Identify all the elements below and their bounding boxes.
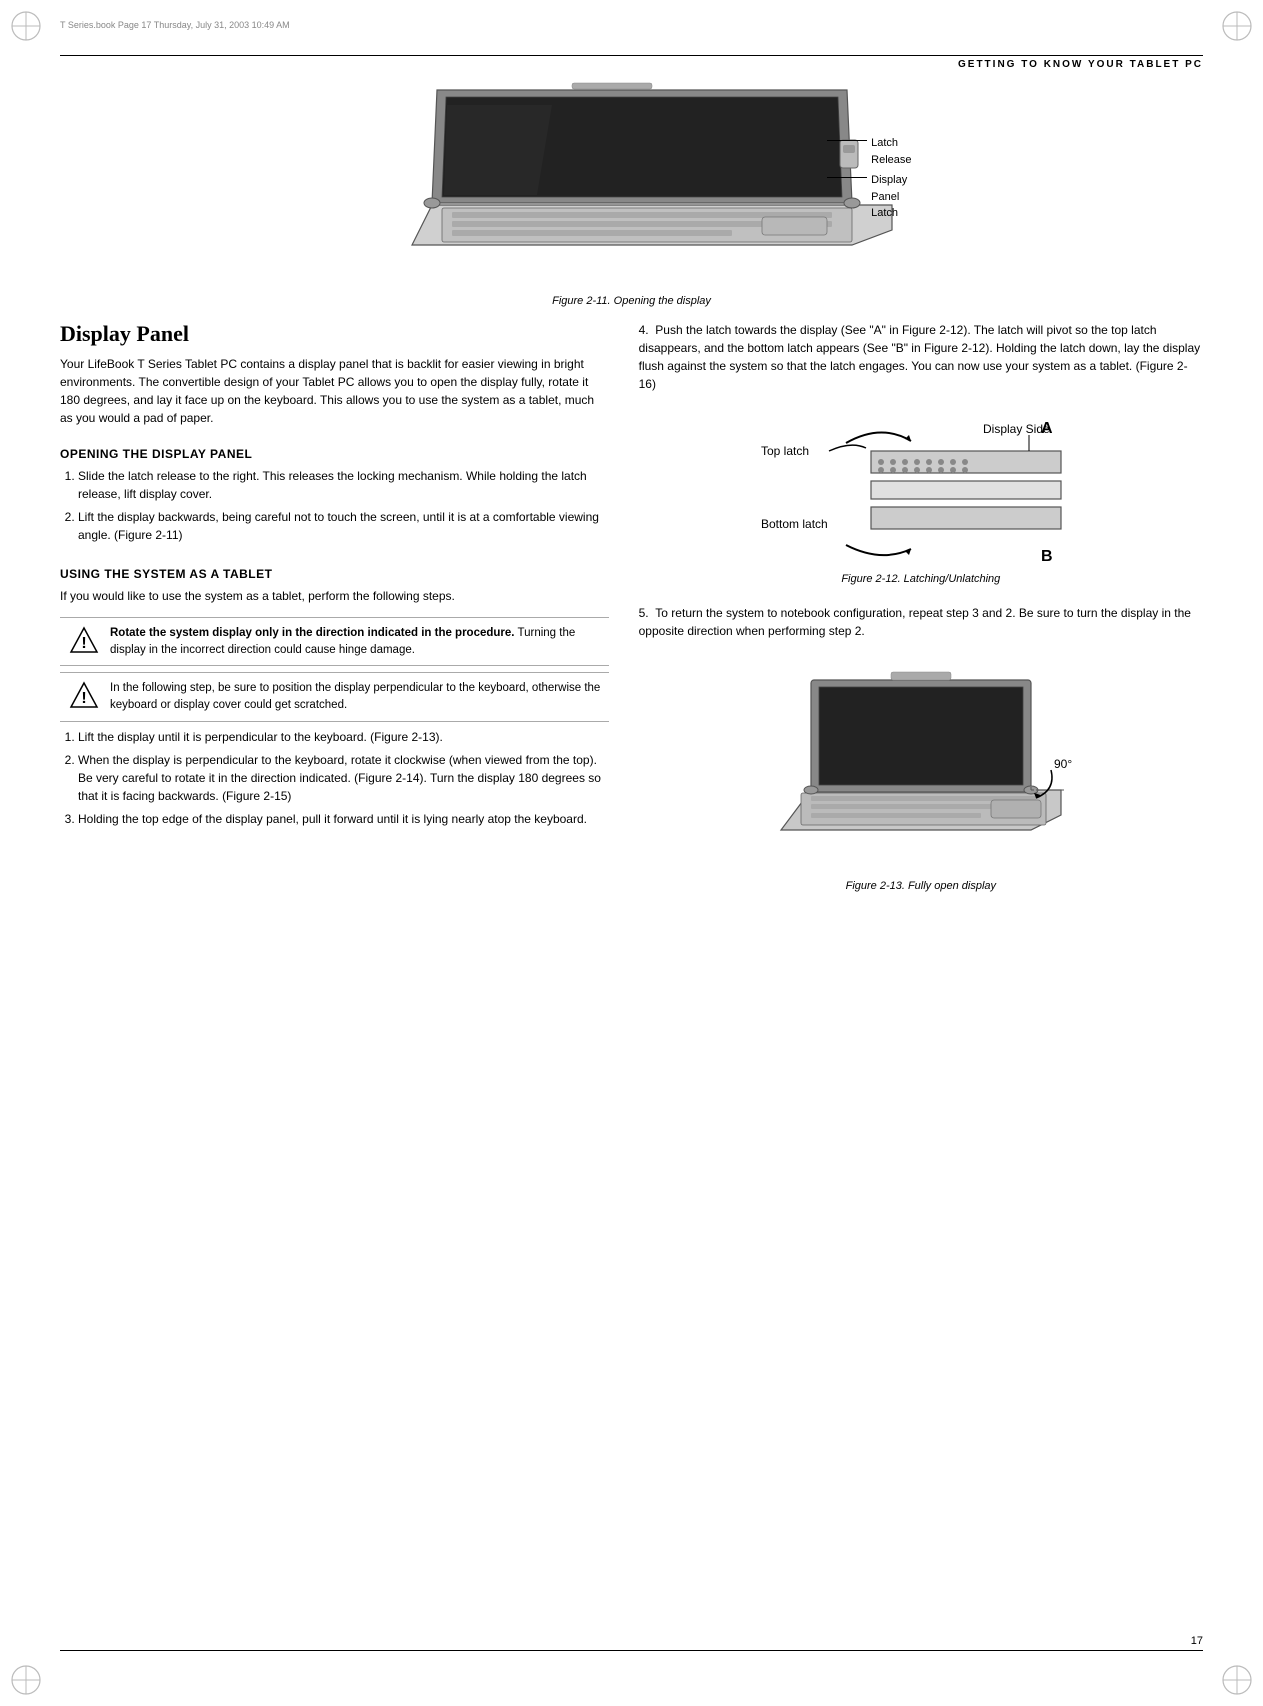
corner-mark-tr: [1219, 8, 1255, 44]
using-intro: If you would like to use the system as a…: [60, 587, 609, 605]
opening-title: OPENING THE DISPLAY PANEL: [60, 447, 609, 461]
svg-text:B: B: [1041, 548, 1053, 565]
figure-11-area: Latch Release Display Panel Latch: [60, 75, 1203, 295]
latch-callout: Latch Release Display Panel Latch: [827, 135, 911, 222]
corner-mark-br: [1219, 1662, 1255, 1698]
svg-text:Top latch: Top latch: [761, 444, 809, 458]
using-title: USING THE SYSTEM AS A TABLET: [60, 567, 609, 581]
fig13-area: 90° Figure 2-13. Fully open display: [639, 660, 1203, 906]
page-header-title: Getting to Know Your Tablet PC: [958, 59, 1203, 70]
warning-text-1: Rotate the system display only in the di…: [110, 625, 601, 658]
corner-mark-tl: [8, 8, 44, 44]
fig13-caption: Figure 2-13. Fully open display: [846, 880, 996, 892]
latch-diagram: A B Top latch: [639, 413, 1203, 599]
warning-box-2: ! In the following step, be sure to posi…: [60, 672, 609, 721]
list-item: Slide the latch release to the right. Th…: [78, 467, 609, 503]
section-body: Your LifeBook T Series Tablet PC contain…: [60, 355, 609, 427]
book-header: T Series.book Page 17 Thursday, July 31,…: [60, 20, 290, 30]
list-item: Lift the display backwards, being carefu…: [78, 508, 609, 544]
svg-text:90°: 90°: [1054, 757, 1072, 771]
list-item: Lift the display until it is perpendicul…: [78, 728, 609, 746]
latch-svg: A B Top latch: [751, 413, 1091, 573]
right-column: 4. Push the latch towards the display (S…: [639, 321, 1203, 1631]
svg-text:Bottom latch: Bottom latch: [761, 517, 828, 531]
fig12-caption: Figure 2-12. Latching/Unlatching: [841, 573, 1000, 585]
main-content: Latch Release Display Panel Latch Figure…: [60, 75, 1203, 1631]
fig11-caption: Figure 2-11. Opening the display: [60, 295, 1203, 307]
list-item: Holding the top edge of the display pane…: [78, 810, 609, 828]
warning-text-2: In the following step, be sure to positi…: [110, 680, 601, 713]
svg-text:!: !: [81, 690, 86, 707]
list-item: When the display is perpendicular to the…: [78, 751, 609, 805]
warning-icon-2: !: [68, 680, 100, 710]
warning-box-1: ! Rotate the system display only in the …: [60, 617, 609, 666]
corner-mark-bl: [8, 1662, 44, 1698]
section-title: Display Panel: [60, 321, 609, 347]
two-column-layout: Display Panel Your LifeBook T Series Tab…: [60, 321, 1203, 1631]
using-steps-list: Lift the display until it is perpendicul…: [78, 728, 609, 833]
left-column: Display Panel Your LifeBook T Series Tab…: [60, 321, 609, 1631]
footer-bar: 17: [60, 1635, 1203, 1651]
warning-icon-1: !: [68, 625, 100, 655]
step4-text: 4. Push the latch towards the display (S…: [639, 321, 1203, 393]
step5-text: 5. To return the system to notebook conf…: [639, 604, 1203, 640]
svg-text:!: !: [81, 635, 86, 652]
warning-bold-1: Rotate the system display only in the di…: [110, 627, 515, 639]
latch-release-label: Latch: [871, 135, 911, 152]
header-bar: Getting to Know Your Tablet PC: [60, 55, 1203, 70]
opening-steps-list: Slide the latch release to the right. Th…: [78, 467, 609, 549]
fig13-svg: 90°: [761, 660, 1081, 880]
page-number: 17: [1191, 1635, 1203, 1647]
display-panel-latch-label: Display: [871, 172, 907, 189]
svg-text:Display Side: Display Side: [983, 422, 1050, 436]
